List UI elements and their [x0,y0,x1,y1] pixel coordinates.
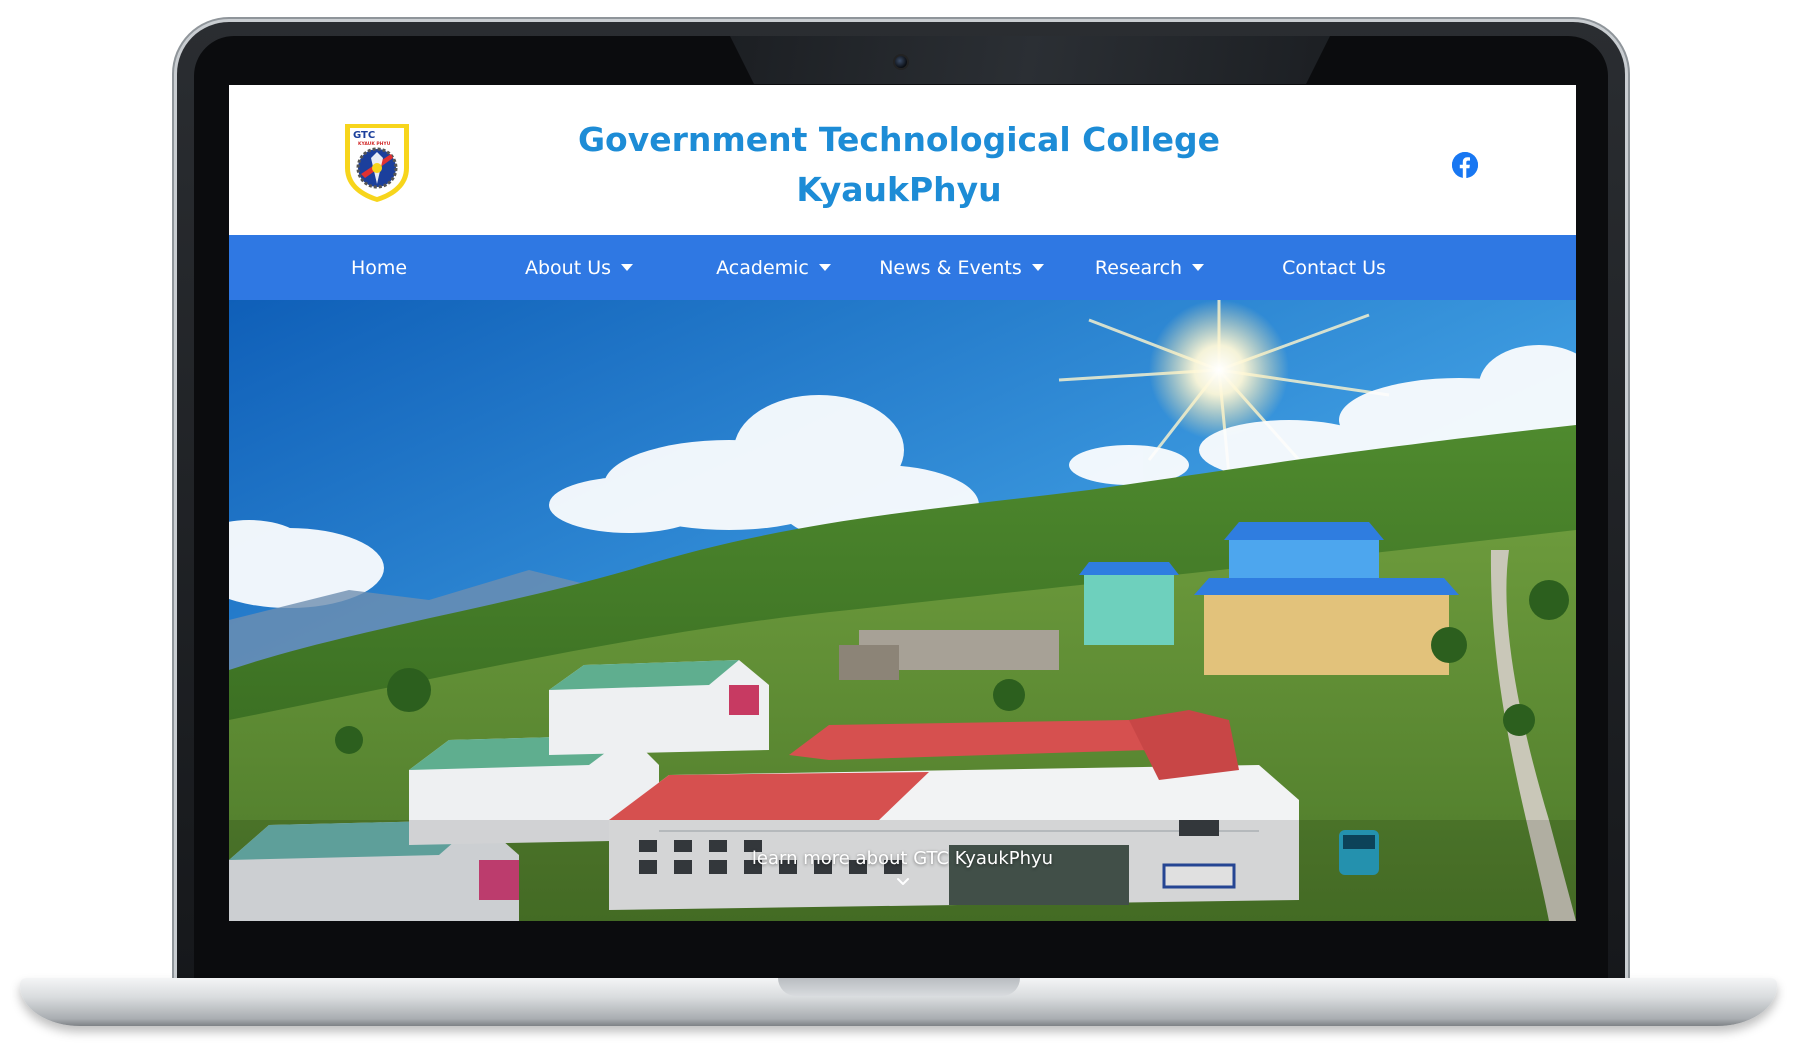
main-navigation: Home About Us Academic News & Events Res… [229,235,1576,300]
nav-item-label: Contact Us [1282,256,1386,279]
hero-banner: learn more about GTC KyaukPhyu [229,300,1576,921]
facebook-icon[interactable] [1452,152,1478,178]
nav-item-home[interactable]: Home [324,235,434,300]
bezel-reflection [730,36,1330,84]
learn-more-link[interactable]: learn more about GTC KyaukPhyu [229,848,1576,889]
camera-icon [895,56,907,68]
nav-item-label: Research [1094,256,1183,279]
caret-down-icon [818,264,831,271]
title-line-1: Government Technological College [577,120,1221,159]
nav-item-about-us[interactable]: About Us [499,235,659,300]
college-logo[interactable]: GTC KYAUK PHYU [341,118,413,204]
title-line-2: KyaukPhyu [796,170,1002,209]
nav-item-news-events[interactable]: News & Events [869,235,1054,300]
nav-item-label: About Us [524,256,612,279]
nav-item-research[interactable]: Research [1067,235,1232,300]
laptop-hinge-notch [778,978,1020,996]
logo-subtext: KYAUK PHYU [358,141,391,147]
site-title: Government Technological College KyaukPh… [569,115,1229,215]
chevron-down-icon [896,878,909,885]
nav-item-academic[interactable]: Academic [691,235,856,300]
learn-more-text: learn more about GTC KyaukPhyu [751,848,1054,869]
logo-text: GTC [353,130,375,141]
nav-item-label: News & Events [879,256,1022,279]
website-screen: GTC KYAUK PHYU Government Technological … [229,85,1576,921]
campus-aerial-photo [229,300,1576,921]
caret-down-icon [621,264,634,271]
nav-item-label: Home [350,256,408,279]
site-header: GTC KYAUK PHYU Government Technological … [229,85,1576,235]
nav-item-label: Academic [716,256,809,279]
caret-down-icon [1031,264,1044,271]
nav-item-contact-us[interactable]: Contact Us [1269,235,1399,300]
caret-down-icon [1192,264,1205,271]
